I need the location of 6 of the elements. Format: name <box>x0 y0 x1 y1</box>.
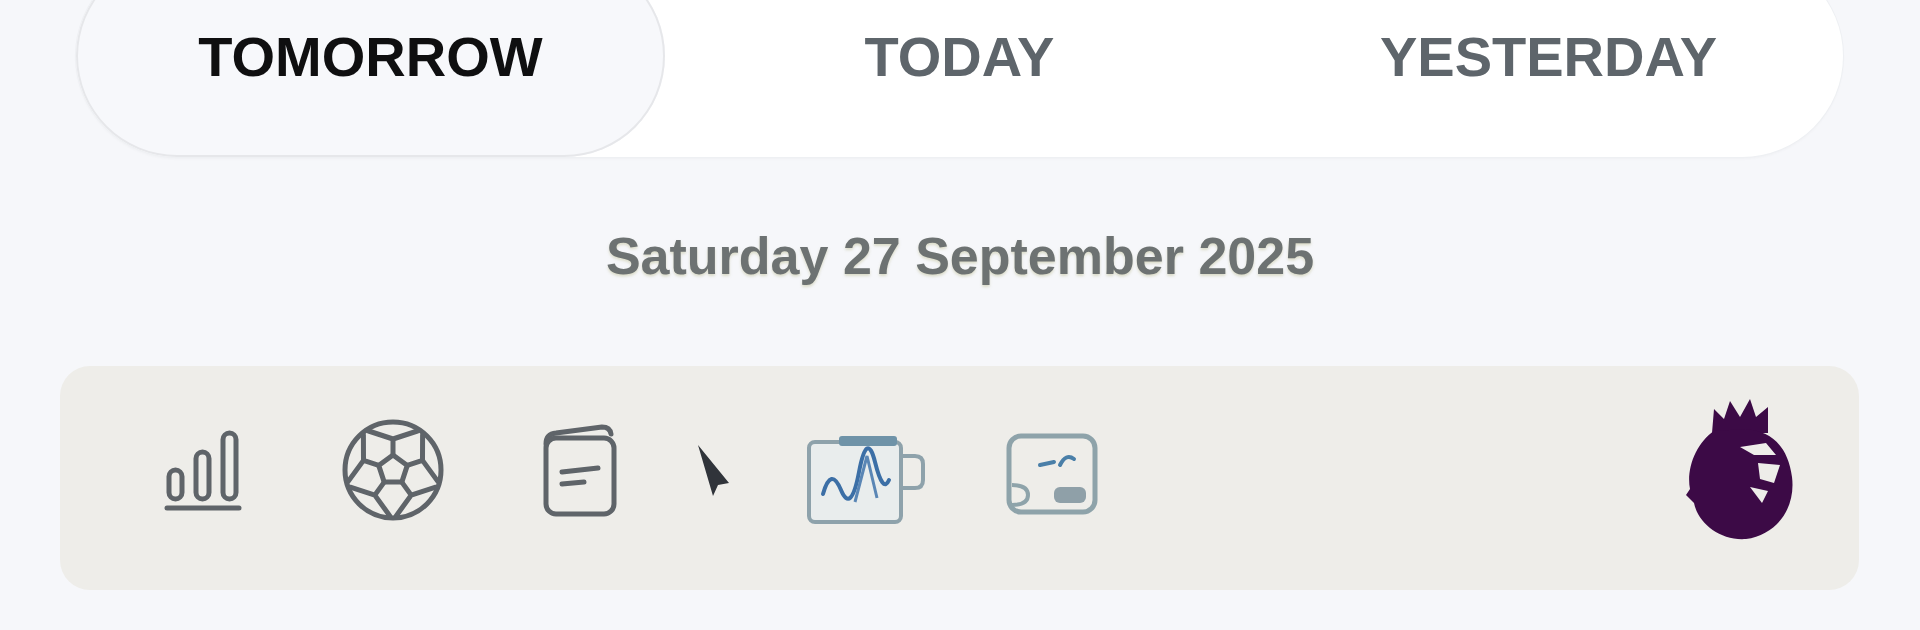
day-tab[interactable]: TODAY <box>665 0 1254 157</box>
date-heading: Saturday 27 September 2025 <box>605 226 1315 286</box>
bar-chart-icon[interactable] <box>164 428 242 512</box>
day-tab[interactable]: TOMORROW <box>76 0 665 157</box>
football-icon[interactable] <box>342 419 444 521</box>
day-tab[interactable]: YESTERDAY <box>1254 0 1843 157</box>
